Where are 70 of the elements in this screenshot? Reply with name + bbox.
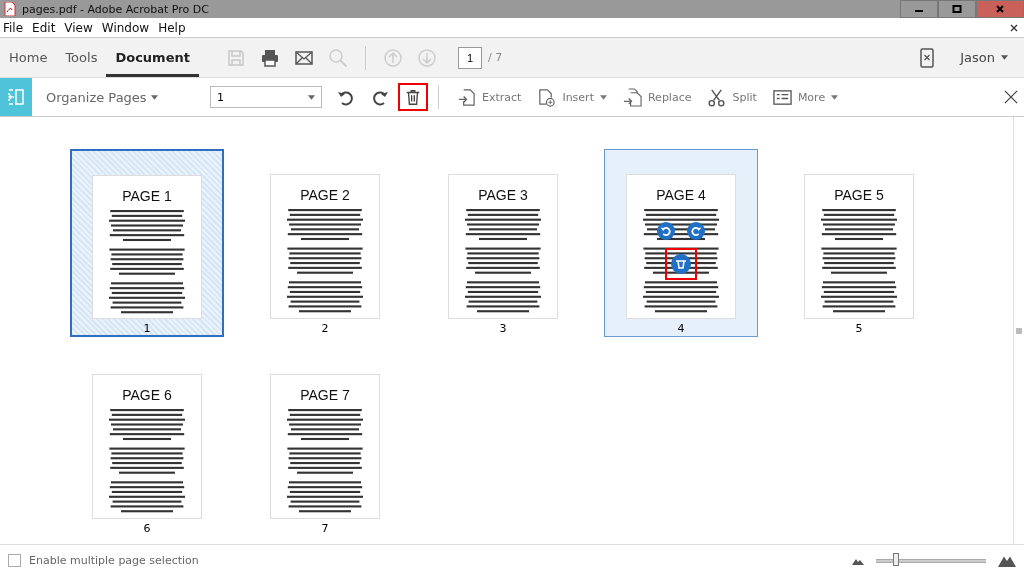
page-heading: PAGE 7: [300, 387, 350, 403]
print-icon[interactable]: [259, 47, 280, 68]
page-number: 2: [321, 322, 329, 335]
page-heading: PAGE 4: [656, 187, 706, 203]
page-total: / 7: [487, 51, 503, 64]
maximize-icon: [952, 4, 962, 14]
close-icon[interactable]: [1010, 23, 1018, 32]
insert-page-icon: [537, 87, 557, 107]
pdf-file-icon: [4, 2, 16, 16]
page-thumbnail[interactable]: PAGE 6 6: [70, 349, 224, 537]
page-thumbnail[interactable]: PAGE 5 5: [782, 149, 936, 337]
scrollbar[interactable]: [1013, 117, 1024, 544]
maximize-button[interactable]: [938, 0, 976, 18]
extract-page-icon: [457, 87, 476, 107]
menu-item[interactable]: Help: [155, 20, 192, 35]
slider-thumb[interactable]: [892, 553, 899, 566]
caret-icon: [308, 94, 315, 100]
page-heading: PAGE 3: [478, 187, 528, 203]
toolbar-action[interactable]: Extract: [449, 87, 530, 107]
page-panel-icon: [6, 87, 26, 107]
toolbar-action[interactable]: Split: [699, 87, 765, 107]
page-number: 5: [855, 322, 863, 335]
menu-item[interactable]: View: [61, 20, 99, 35]
toolbar-action[interactable]: Replace: [614, 87, 700, 107]
replace-page-icon: [622, 87, 642, 107]
page-heading: PAGE 5: [834, 187, 884, 203]
window-title: pages.pdf - Adobe Acrobat Pro DC: [22, 2, 209, 16]
trash-icon: [671, 254, 691, 274]
caret-icon: [1001, 55, 1008, 60]
rotate-left-icon[interactable]: [657, 222, 675, 240]
page-number: 1: [143, 322, 151, 335]
page-thumbnail[interactable]: PAGE 2 2: [248, 149, 402, 337]
page-number-field[interactable]: 1: [457, 46, 482, 69]
page-heading: PAGE 1: [122, 188, 172, 204]
sidebar-toggle-button[interactable]: [0, 78, 32, 116]
page-range-dropdown[interactable]: 1: [210, 86, 322, 108]
multiple-selection-checkbox[interactable]: Enable multiple page selection: [8, 554, 199, 567]
page-heading: PAGE 6: [122, 387, 172, 403]
menu-item[interactable]: Window: [98, 20, 156, 35]
page-number: 6: [143, 522, 151, 535]
page-number: 3: [499, 322, 507, 335]
close-icon[interactable]: [1004, 90, 1018, 104]
caret-icon: [150, 94, 158, 100]
menu-item[interactable]: Edit: [29, 20, 62, 35]
delete-button[interactable]: [398, 83, 428, 111]
tab[interactable]: Document: [106, 38, 199, 77]
close-button[interactable]: [976, 0, 1024, 18]
close-icon: [995, 4, 1005, 14]
grip-icon: [1016, 327, 1022, 334]
delete-page-button[interactable]: [665, 248, 697, 280]
toolbar-action[interactable]: Insert: [529, 87, 615, 107]
page-thumbnail[interactable]: PAGE 7 7: [248, 349, 402, 537]
rotate-right-icon[interactable]: [687, 222, 705, 240]
scissors-icon: [707, 87, 727, 107]
list-icon: [772, 87, 792, 107]
toolbar-action[interactable]: More: [764, 87, 847, 107]
large-mountain-icon: [998, 554, 1016, 567]
minimize-button[interactable]: [900, 0, 938, 18]
organize-pages-menu[interactable]: Organize Pages: [40, 88, 210, 106]
page-heading: PAGE 2: [300, 187, 350, 203]
page-number: 7: [321, 522, 329, 535]
page-thumbnail[interactable]: PAGE 3 3: [426, 149, 580, 337]
tab[interactable]: Tools: [56, 38, 107, 77]
page-number: 4: [677, 322, 685, 335]
page-thumbnail[interactable]: PAGE 1 1: [70, 149, 224, 337]
tab[interactable]: Home: [0, 38, 57, 77]
user-menu[interactable]: Jason: [954, 49, 1014, 66]
trash-icon: [404, 88, 422, 106]
page-thumbnail[interactable]: PAGE 4 4: [604, 149, 758, 337]
menu-item[interactable]: File: [0, 20, 30, 35]
